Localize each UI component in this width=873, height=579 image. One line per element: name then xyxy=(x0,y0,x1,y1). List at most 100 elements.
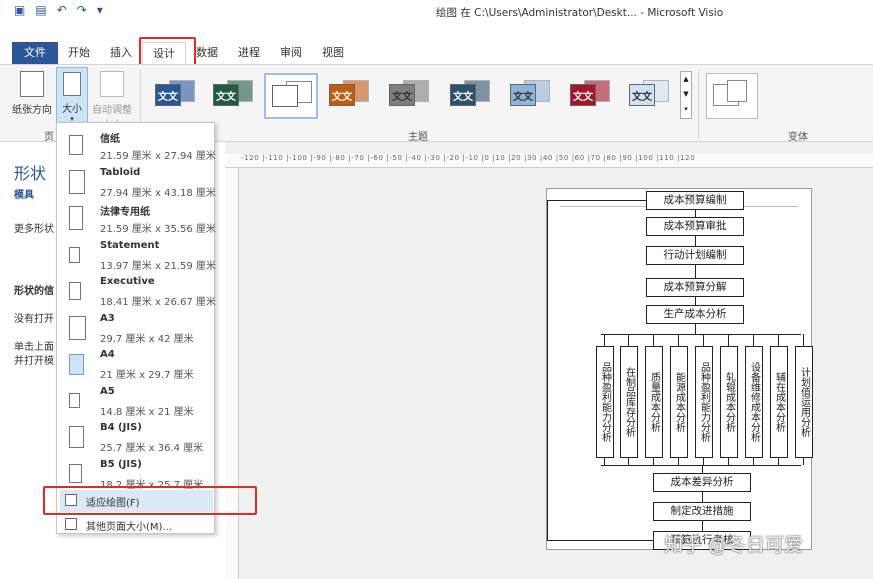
connector-line xyxy=(628,334,629,346)
page-size-icon xyxy=(69,315,86,340)
connector-line xyxy=(728,458,729,465)
process-box[interactable]: 成本预算审批 xyxy=(646,217,744,236)
page-size-icon xyxy=(69,282,81,300)
connector-line xyxy=(678,458,679,465)
theme-thumbnail[interactable]: 文文 xyxy=(382,73,436,119)
process-box[interactable]: 行动计划编制 xyxy=(646,246,744,265)
theme-thumbnail[interactable]: 文文 xyxy=(322,73,376,119)
connector-line xyxy=(753,334,754,346)
page-size-dimensions: 27.94 厘米 x 43.18 厘米 xyxy=(100,187,216,199)
connector-line xyxy=(601,465,801,466)
page-size-name: 信纸 xyxy=(100,134,120,145)
page-size-dimensions: 21.59 厘米 x 27.94 厘米 xyxy=(100,151,216,162)
branch-analysis-box[interactable]: 设备维修成本分析 xyxy=(745,346,763,458)
connector-line xyxy=(803,334,804,346)
theme-thumbnail[interactable] xyxy=(264,73,318,119)
more-icon[interactable]: ▾ xyxy=(681,102,691,117)
theme-thumbnail-text: 文文 xyxy=(513,92,533,103)
branch-analysis-box[interactable]: 质量成本分析 xyxy=(645,346,663,458)
theme-thumbnail[interactable]: 文文 xyxy=(443,73,497,119)
visio-logo-icon: ▣ xyxy=(14,3,26,17)
orientation-button[interactable]: 纸张方向 xyxy=(10,71,54,116)
process-box[interactable]: 制定改进措施 xyxy=(653,502,751,521)
page-size-item[interactable]: Executive 18.41 厘米 x 26.67 厘米 xyxy=(57,273,216,309)
theme-thumbnail[interactable]: 文文 xyxy=(622,73,676,119)
connector-line xyxy=(703,334,704,346)
watermark: 知乎 @冬日可爱 xyxy=(664,534,804,556)
autofit-icon xyxy=(100,71,124,97)
customize-icon[interactable]: ▾ xyxy=(97,3,103,17)
redo-icon[interactable]: ↷ xyxy=(77,3,87,17)
branch-analysis-box[interactable]: 轧辊成本分析 xyxy=(720,346,738,458)
theme-thumbnail[interactable]: 文文 xyxy=(206,73,260,119)
stencils-tab[interactable]: 模具 xyxy=(14,186,34,201)
theme-thumbnail-text: 文文 xyxy=(632,92,652,103)
shape-info-text-3: 并打开模 xyxy=(14,356,54,367)
save-icon[interactable]: ▤ xyxy=(35,3,46,17)
page-size-item[interactable]: A3 29.7 厘米 x 42 厘米 xyxy=(57,310,214,346)
page-size-item[interactable]: A5 14.8 厘米 x 21 厘米 xyxy=(57,383,214,419)
chevron-up-icon[interactable]: ▲ xyxy=(681,72,691,87)
variants-group-label: 变体 xyxy=(788,132,808,143)
process-box[interactable]: 成本预算编制 xyxy=(646,191,744,210)
connector-line xyxy=(695,324,696,334)
theme-thumbnail[interactable]: 文文 xyxy=(503,73,557,119)
connector-line xyxy=(702,492,703,502)
connector-line xyxy=(695,210,696,217)
theme-thumbnail[interactable]: 文文 xyxy=(563,73,617,119)
chevron-down-icon[interactable]: ▼ xyxy=(681,87,691,102)
ribbon-separator xyxy=(698,69,699,139)
connector-line xyxy=(653,458,654,465)
branch-analysis-box[interactable]: 计划值运用分析 xyxy=(795,346,813,458)
process-box[interactable]: 成本预算分解 xyxy=(646,278,744,297)
more-shapes-link[interactable]: 更多形状 xyxy=(14,220,54,235)
page-size-item[interactable]: Statement 13.97 厘米 x 21.59 厘米 xyxy=(57,237,216,273)
connector-line xyxy=(601,334,801,335)
size-icon xyxy=(63,72,81,96)
more-page-sizes-item[interactable]: 其他页面大小(M)... xyxy=(60,514,213,534)
theme-thumbnail[interactable]: 文文 xyxy=(148,73,202,119)
shapes-title: 形状 xyxy=(14,164,47,183)
branch-analysis-box[interactable]: 品种盈利能力分析 xyxy=(695,346,713,458)
branch-analysis-box[interactable]: 品种盈利能力分析 xyxy=(596,346,614,458)
page-size-item[interactable]: B4 (JIS) 25.7 厘米 x 36.4 厘米 xyxy=(57,419,214,455)
process-box[interactable]: 生产成本分析 xyxy=(646,305,744,324)
page-size-item[interactable]: 法律专用纸 21.59 厘米 x 35.56 厘米 xyxy=(57,200,216,236)
connector-line xyxy=(628,458,629,465)
design-tab-highlight xyxy=(139,37,196,67)
orientation-label: 纸张方向 xyxy=(12,105,52,116)
title-bar: ▣ ▤ ↶ ↷ ▾ 绘图 在 C:\Users\Administrator\De… xyxy=(0,0,873,24)
branch-analysis-box[interactable]: 辅在成本分析 xyxy=(770,346,788,458)
connector-line xyxy=(695,236,696,246)
connector-line xyxy=(604,334,605,346)
tab-view[interactable]: 视图 xyxy=(312,42,354,64)
page-size-item[interactable]: 信纸 21.59 厘米 x 27.94 厘米 xyxy=(57,127,216,163)
connector-line xyxy=(728,334,729,346)
process-box[interactable]: 成本差异分析 xyxy=(653,473,751,492)
size-button[interactable]: 大小 ▾ xyxy=(56,67,88,123)
vertical-ruler xyxy=(225,168,239,579)
page-size-item[interactable]: Tabloid 27.94 厘米 x 43.18 厘米 xyxy=(57,164,216,200)
tab-review[interactable]: 审阅 xyxy=(270,42,312,64)
page-group-label: 页 xyxy=(44,132,54,143)
connector-line xyxy=(803,458,804,465)
page-size-icon xyxy=(69,393,80,408)
tab-file[interactable]: 文件 xyxy=(12,42,58,64)
ruler-labels: -120 |-110 |-100 |-90 |-80 |-70 |-60 |-5… xyxy=(241,154,696,162)
orientation-icon xyxy=(20,71,44,97)
tab-home[interactable]: 开始 xyxy=(58,42,100,64)
variant-thumbnail-front xyxy=(727,80,747,102)
branch-analysis-box[interactable]: 在制品库存分析 xyxy=(620,346,638,458)
page-size-name: Statement xyxy=(100,239,160,251)
variant-thumbnail[interactable] xyxy=(706,73,758,119)
theme-gallery-scroll[interactable]: ▲ ▼ ▾ xyxy=(680,71,692,119)
connector-line xyxy=(547,540,653,541)
page-size-icon xyxy=(69,206,83,230)
page-size-icon xyxy=(69,135,83,155)
tab-insert[interactable]: 插入 xyxy=(100,42,142,64)
tab-process[interactable]: 进程 xyxy=(228,42,270,64)
undo-icon[interactable]: ↶ xyxy=(57,3,67,17)
page-size-item[interactable]: A4 21 厘米 x 29.7 厘米 xyxy=(57,346,214,382)
branch-analysis-box[interactable]: 能源成本分析 xyxy=(670,346,688,458)
window-title: 绘图 在 C:\Users\Administrator\Deskt... - M… xyxy=(436,7,724,19)
